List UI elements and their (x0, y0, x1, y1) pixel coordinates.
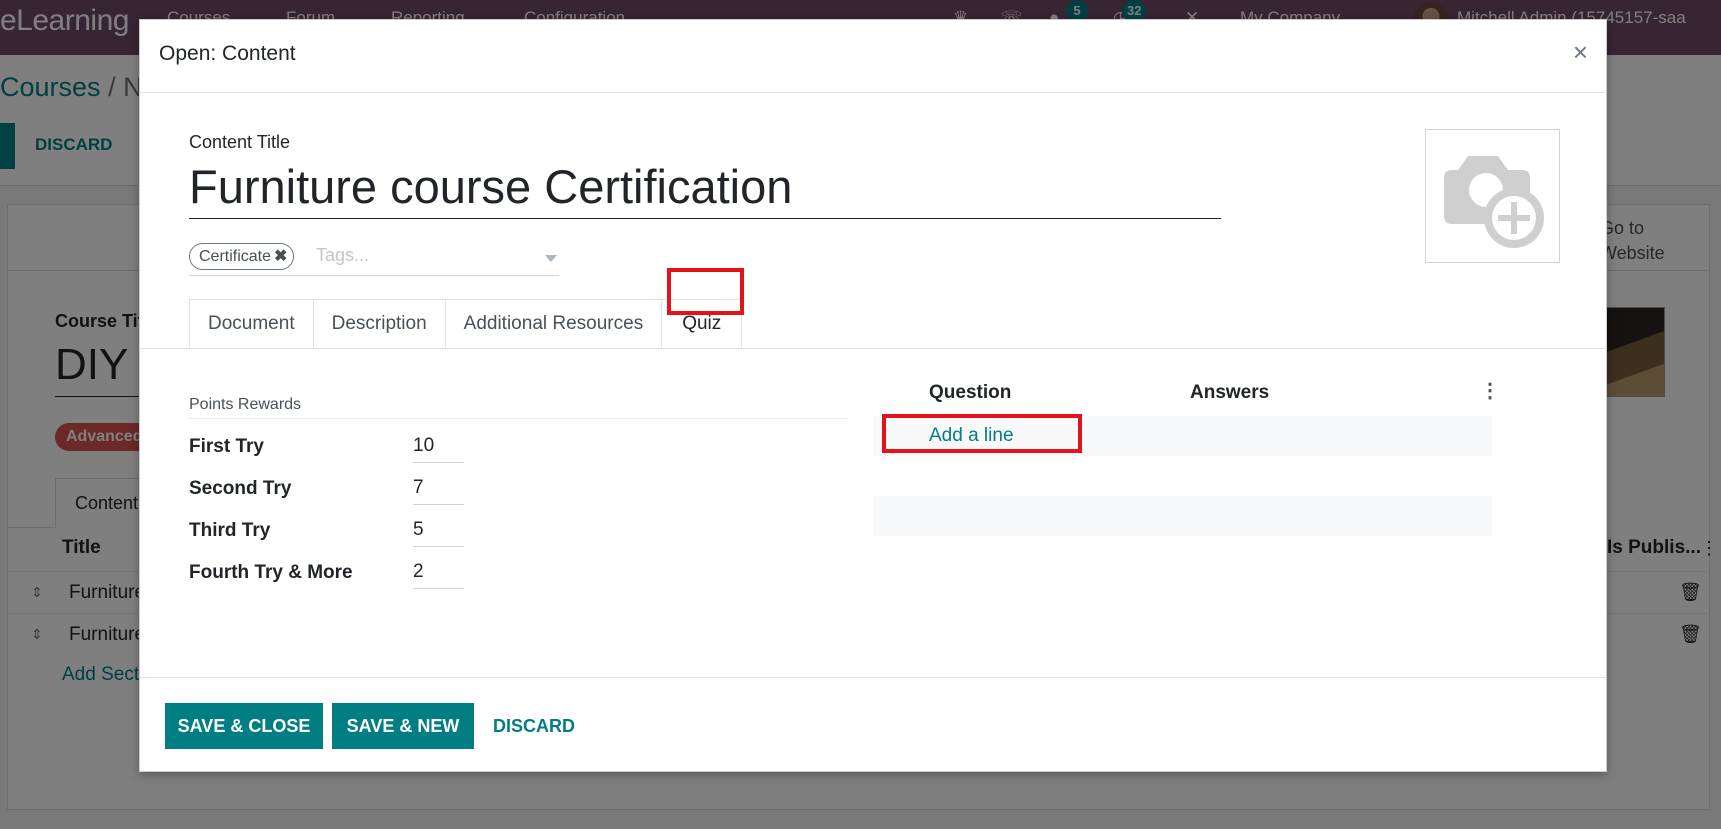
fourth-try-input[interactable] (413, 556, 464, 589)
content-dialog: Open: Content × Content Title Certificat… (139, 19, 1607, 772)
third-try-input[interactable] (413, 514, 464, 547)
column-header-question[interactable]: Question (929, 382, 1011, 404)
tab-quiz[interactable]: Quiz (661, 299, 743, 349)
list-footer-row (873, 496, 1492, 536)
tags-field[interactable]: Certificate ✖ (189, 243, 559, 276)
close-icon[interactable]: × (1573, 39, 1588, 65)
divider (140, 92, 1606, 93)
tag-remove-icon[interactable]: ✖ (274, 248, 287, 265)
dropdown-caret-icon[interactable] (545, 255, 557, 262)
camera-plus-icon (1444, 156, 1544, 248)
fourth-try-label: Fourth Try & More (189, 562, 353, 583)
tag-certificate: Certificate ✖ (189, 243, 295, 270)
divider (140, 348, 1606, 349)
save-new-button[interactable]: SAVE & NEW (332, 703, 474, 749)
optional-columns-icon[interactable]: ⋮ (1480, 380, 1500, 402)
image-upload[interactable] (1425, 129, 1560, 263)
third-try-label: Third Try (189, 520, 271, 541)
content-title-input[interactable] (189, 155, 1221, 219)
tab-description[interactable]: Description (312, 299, 445, 349)
content-title-label: Content Title (189, 132, 291, 152)
tab-document[interactable]: Document (189, 299, 313, 349)
add-a-line-link[interactable]: Add a line (929, 425, 1014, 447)
column-header-answers[interactable]: Answers (1190, 382, 1269, 404)
divider (189, 418, 849, 419)
divider (140, 677, 1606, 678)
tab-additional-resources[interactable]: Additional Resources (444, 299, 662, 349)
save-close-button[interactable]: SAVE & CLOSE (165, 703, 323, 749)
dialog-title: Open: Content (159, 42, 296, 65)
second-try-input[interactable] (413, 472, 464, 505)
first-try-label: First Try (189, 436, 264, 457)
first-try-input[interactable] (413, 430, 464, 463)
second-try-label: Second Try (189, 478, 292, 499)
tags-input[interactable] (316, 245, 526, 266)
tag-label: Certificate (199, 248, 272, 265)
notebook-tabs: Document Description Additional Resource… (189, 299, 743, 349)
discard-button[interactable]: DISCARD (493, 703, 575, 749)
points-rewards-title: Points Rewards (189, 396, 302, 413)
